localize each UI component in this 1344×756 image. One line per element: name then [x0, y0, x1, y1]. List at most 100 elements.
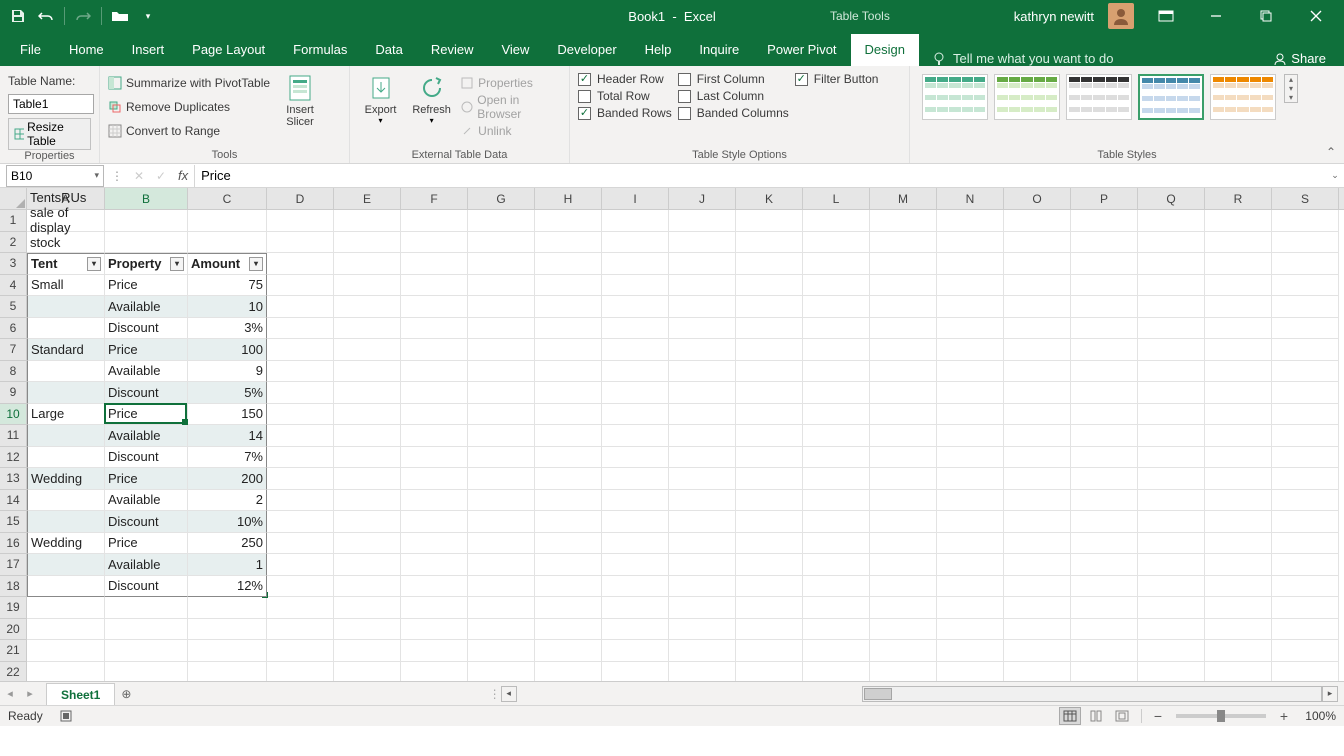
cell[interactable]: [1205, 640, 1272, 662]
cell[interactable]: [870, 576, 937, 598]
cell[interactable]: [602, 318, 669, 340]
cell[interactable]: [1205, 554, 1272, 576]
tab-data[interactable]: Data: [361, 34, 416, 66]
row-header[interactable]: 1: [0, 210, 26, 232]
cell[interactable]: [1138, 339, 1205, 361]
cell[interactable]: [736, 447, 803, 469]
column-header[interactable]: N: [937, 188, 1004, 209]
row-header[interactable]: 11: [0, 425, 26, 447]
cell[interactable]: [1205, 425, 1272, 447]
cell[interactable]: Standard: [27, 339, 105, 361]
tab-help[interactable]: Help: [631, 34, 686, 66]
cell[interactable]: [267, 404, 334, 426]
cell[interactable]: [937, 447, 1004, 469]
row-header[interactable]: 5: [0, 296, 26, 318]
cell[interactable]: [669, 404, 736, 426]
cell[interactable]: [1272, 468, 1339, 490]
cell[interactable]: [602, 619, 669, 641]
cell[interactable]: [870, 382, 937, 404]
tab-design[interactable]: Design: [851, 34, 919, 66]
cell[interactable]: [535, 382, 602, 404]
cell[interactable]: [602, 662, 669, 682]
cell[interactable]: 250: [188, 533, 267, 555]
cell[interactable]: [334, 597, 401, 619]
tab-page-layout[interactable]: Page Layout: [178, 34, 279, 66]
cell[interactable]: [937, 640, 1004, 662]
filter-dropdown-icon[interactable]: ▾: [87, 257, 101, 271]
cell[interactable]: [803, 640, 870, 662]
cell[interactable]: [334, 640, 401, 662]
cell[interactable]: [736, 275, 803, 297]
column-header[interactable]: O: [1004, 188, 1071, 209]
cell[interactable]: [736, 296, 803, 318]
cell[interactable]: [1071, 490, 1138, 512]
cell[interactable]: [468, 447, 535, 469]
close-icon[interactable]: [1298, 0, 1334, 32]
fx-icon[interactable]: fx: [172, 168, 194, 183]
cell[interactable]: [1138, 361, 1205, 383]
cell[interactable]: [468, 253, 535, 275]
cell[interactable]: [1272, 253, 1339, 275]
cell[interactable]: [468, 275, 535, 297]
cell[interactable]: [669, 597, 736, 619]
cell[interactable]: [27, 576, 105, 598]
cell[interactable]: [937, 296, 1004, 318]
cell[interactable]: Available: [105, 425, 188, 447]
cell[interactable]: [602, 511, 669, 533]
cell[interactable]: [468, 468, 535, 490]
cell[interactable]: [1071, 511, 1138, 533]
cell[interactable]: [267, 511, 334, 533]
cell[interactable]: [803, 296, 870, 318]
cell[interactable]: [1071, 554, 1138, 576]
cell[interactable]: [1205, 468, 1272, 490]
cell[interactable]: [937, 425, 1004, 447]
horizontal-scrollbar[interactable]: [862, 686, 1322, 702]
cell[interactable]: [870, 597, 937, 619]
cell[interactable]: [267, 533, 334, 555]
name-box[interactable]: B10▾: [6, 165, 104, 187]
cell[interactable]: [1004, 425, 1071, 447]
cell[interactable]: [870, 447, 937, 469]
cell[interactable]: [1138, 490, 1205, 512]
column-header[interactable]: E: [334, 188, 401, 209]
cell[interactable]: [267, 640, 334, 662]
styles-more-button[interactable]: ▴▾▾: [1284, 74, 1298, 103]
cell[interactable]: [1205, 490, 1272, 512]
cell[interactable]: [1272, 210, 1339, 232]
cell[interactable]: [334, 404, 401, 426]
first-column-checkbox[interactable]: First Column: [678, 72, 789, 86]
cell[interactable]: Large: [27, 404, 105, 426]
cell[interactable]: [1272, 554, 1339, 576]
cell[interactable]: [401, 597, 468, 619]
cell[interactable]: [401, 339, 468, 361]
table-styles-gallery[interactable]: ▴▾▾: [918, 70, 1302, 120]
cell[interactable]: 10: [188, 296, 267, 318]
cell[interactable]: [535, 640, 602, 662]
cell[interactable]: [1138, 554, 1205, 576]
cell[interactable]: [1205, 253, 1272, 275]
cell[interactable]: [105, 597, 188, 619]
zoom-out-icon[interactable]: −: [1150, 708, 1166, 724]
cell[interactable]: [736, 597, 803, 619]
cell[interactable]: [27, 511, 105, 533]
filter-button-checkbox[interactable]: Filter Button: [795, 72, 879, 86]
cell[interactable]: [535, 425, 602, 447]
cell[interactable]: 12%: [188, 576, 267, 598]
row-header[interactable]: 18: [0, 576, 26, 598]
cell[interactable]: [267, 619, 334, 641]
cell[interactable]: [535, 253, 602, 275]
cell[interactable]: [468, 576, 535, 598]
cell[interactable]: [468, 619, 535, 641]
cell[interactable]: [602, 339, 669, 361]
undo-icon[interactable]: [36, 6, 56, 26]
cell[interactable]: [602, 533, 669, 555]
cell[interactable]: TentsRUs sale of display stock: [27, 210, 105, 232]
row-headers[interactable]: 12345678910111213141516171819202122: [0, 210, 27, 681]
cell[interactable]: 3%: [188, 318, 267, 340]
cell[interactable]: [401, 554, 468, 576]
cell[interactable]: [1205, 296, 1272, 318]
cell[interactable]: [401, 210, 468, 232]
cell[interactable]: [267, 253, 334, 275]
cell[interactable]: [468, 597, 535, 619]
export-button[interactable]: Export▾: [358, 70, 403, 125]
